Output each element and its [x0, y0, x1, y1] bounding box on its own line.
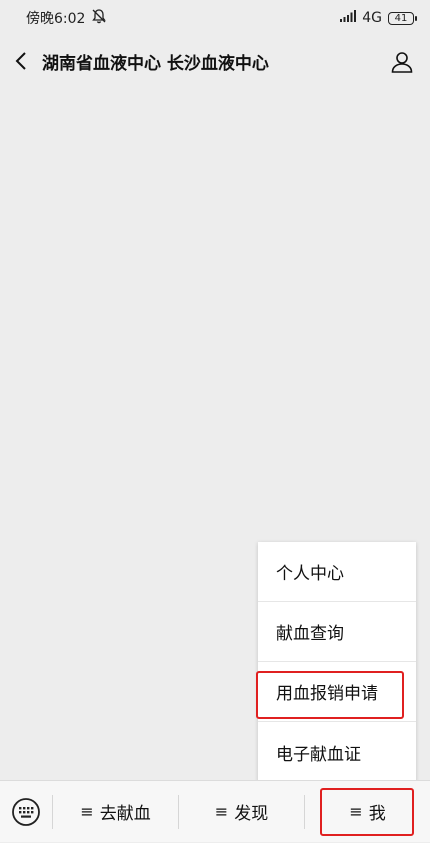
- tab-go-donate[interactable]: ≡ 去献血: [53, 781, 178, 843]
- menu-lines-icon: ≡: [349, 802, 363, 821]
- status-time: 傍晚6:02: [26, 11, 86, 27]
- network-type: 4G: [362, 10, 382, 26]
- tab-discover[interactable]: ≡ 发现: [179, 781, 304, 843]
- tab-me[interactable]: ≡ 我: [305, 781, 430, 843]
- battery-level: 41: [394, 12, 408, 24]
- signal-icon: [340, 10, 357, 26]
- battery-icon: 41: [388, 11, 417, 25]
- menu-lines-icon: ≡: [80, 802, 94, 821]
- menu-item-label: 个人中心: [276, 564, 344, 584]
- menu-item-label: 用血报销申请: [276, 684, 378, 704]
- menu-lines-icon: ≡: [214, 802, 229, 821]
- menu-item-donation-query[interactable]: 献血查询: [258, 602, 416, 662]
- alarm-off-icon: [91, 8, 107, 28]
- tab-label: 发现: [234, 804, 269, 824]
- menu-item-personal-center[interactable]: 个人中心: [258, 542, 416, 602]
- submenu-popup: 个人中心 献血查询 用血报销申请 电子献血证: [258, 542, 416, 782]
- title-bar: 湖南省血液中心 长沙血液中心: [0, 36, 430, 86]
- menu-item-blood-reimbursement[interactable]: 用血报销申请: [258, 662, 416, 722]
- page-title: 湖南省血液中心 长沙血液中心: [42, 53, 269, 74]
- status-bar: 傍晚6:02 4G 41: [0, 0, 430, 36]
- menu-item-label: 电子献血证: [276, 744, 361, 765]
- tab-label: 我: [368, 804, 386, 824]
- chevron-left-icon: [15, 52, 26, 70]
- tab-label: 去献血: [99, 804, 151, 824]
- user-icon: [391, 52, 413, 73]
- keyboard-icon: [12, 797, 40, 826]
- menu-item-e-donation-certificate[interactable]: 电子献血证: [258, 722, 416, 782]
- menu-item-label: 献血查询: [276, 624, 344, 644]
- profile-button[interactable]: [388, 48, 416, 76]
- bottom-menu-bar: ≡ 去献血 ≡ 发现 ≡ 我: [0, 780, 430, 842]
- back-button[interactable]: [0, 36, 42, 86]
- keyboard-toggle-button[interactable]: [0, 781, 52, 843]
